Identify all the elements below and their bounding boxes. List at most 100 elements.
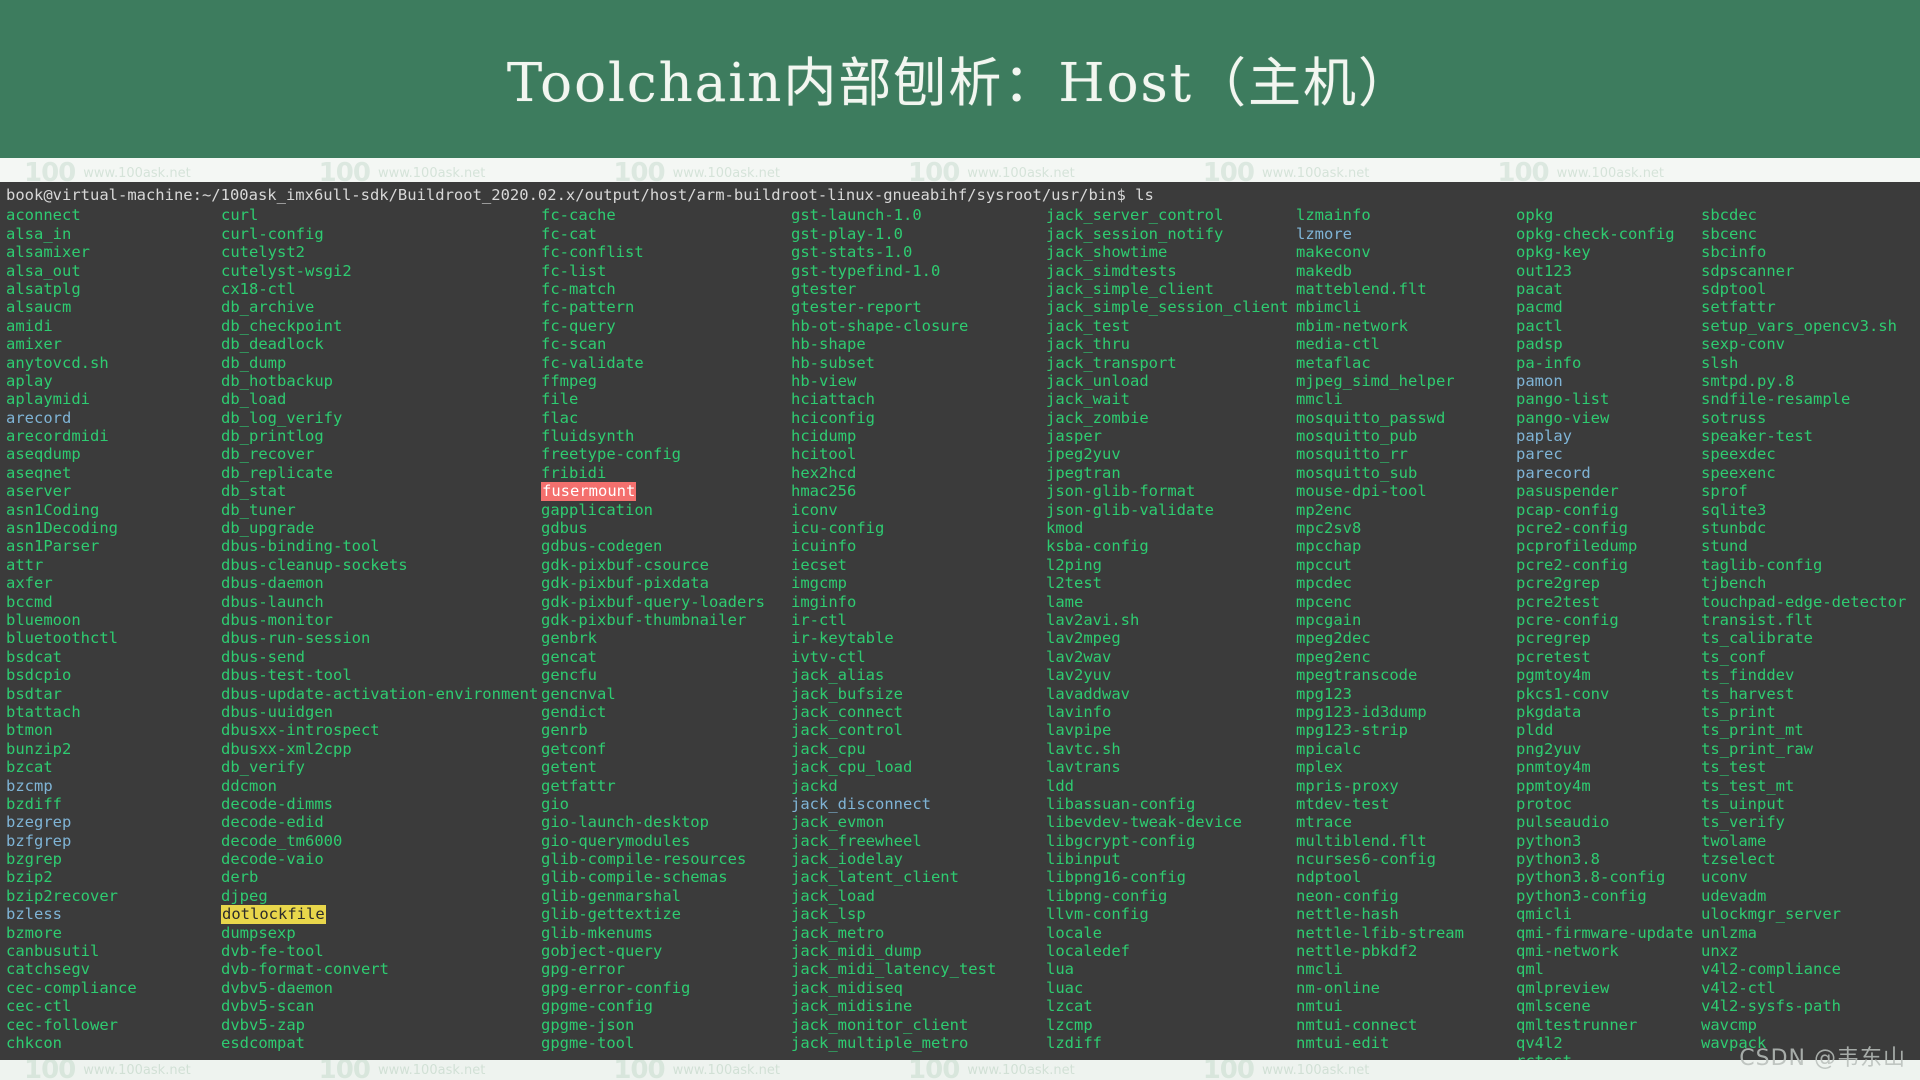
file-entry[interactable]: dbus-cleanup-sockets (221, 556, 541, 574)
file-entry[interactable]: parecord (1516, 464, 1701, 482)
file-entry[interactable]: jack_freewheel (791, 832, 1046, 850)
file-entry[interactable]: mpegtranscode (1296, 666, 1516, 684)
file-entry[interactable]: ir-keytable (791, 629, 1046, 647)
file-entry[interactable]: db_upgrade (221, 519, 541, 537)
file-entry[interactable]: jack_test (1046, 317, 1296, 335)
file-entry[interactable]: ir-ctl (791, 611, 1046, 629)
file-entry[interactable]: sbcinfo (1701, 243, 1906, 261)
file-entry[interactable]: hb-view (791, 372, 1046, 390)
file-entry[interactable]: jack_disconnect (791, 795, 1046, 813)
file-entry[interactable]: ts_uinput (1701, 795, 1906, 813)
file-entry[interactable]: pldd (1516, 721, 1701, 739)
file-entry[interactable]: wavcmp (1701, 1016, 1906, 1034)
file-entry[interactable]: mplex (1296, 758, 1516, 776)
file-entry[interactable]: getconf (541, 740, 791, 758)
file-entry[interactable]: btattach (6, 703, 221, 721)
file-entry[interactable]: jack_server_control (1046, 206, 1296, 224)
file-entry[interactable]: jack_session_notify (1046, 225, 1296, 243)
file-entry[interactable]: bzgrep (6, 850, 221, 868)
file-entry[interactable]: gio (541, 795, 791, 813)
file-entry[interactable]: media-ctl (1296, 335, 1516, 353)
file-entry[interactable]: lua (1046, 960, 1296, 978)
file-entry[interactable]: setfattr (1701, 298, 1906, 316)
file-entry[interactable]: dvb-format-convert (221, 960, 541, 978)
file-entry[interactable]: jack_connect (791, 703, 1046, 721)
file-entry[interactable]: mp2enc (1296, 501, 1516, 519)
file-entry[interactable]: python3-config (1516, 887, 1701, 905)
file-entry[interactable]: stund (1701, 537, 1906, 555)
file-entry[interactable]: multiblend.flt (1296, 832, 1516, 850)
file-entry[interactable]: db_log_verify (221, 409, 541, 427)
file-entry[interactable]: dvb-fe-tool (221, 942, 541, 960)
file-entry[interactable]: pcre-config (1516, 611, 1701, 629)
file-entry[interactable]: ts_calibrate (1701, 629, 1906, 647)
file-entry[interactable]: jack_midiseq (791, 979, 1046, 997)
file-entry[interactable]: mpris-proxy (1296, 777, 1516, 795)
file-entry[interactable]: ts_print_raw (1701, 740, 1906, 758)
file-entry[interactable]: jack_midi_latency_test (791, 960, 1046, 978)
file-entry[interactable]: libassuan-config (1046, 795, 1296, 813)
file-entry[interactable]: ulockmgr_server (1701, 905, 1906, 923)
file-entry[interactable]: qmlpreview (1516, 979, 1701, 997)
file-entry[interactable]: makeconv (1296, 243, 1516, 261)
file-entry[interactable]: db_dump (221, 354, 541, 372)
file-entry[interactable]: touchpad-edge-detector (1701, 593, 1906, 611)
file-entry[interactable]: sdpscanner (1701, 262, 1906, 280)
file-entry[interactable]: lzcmp (1046, 1016, 1296, 1034)
file-entry[interactable]: mpg123 (1296, 685, 1516, 703)
file-entry[interactable]: gdk-pixbuf-csource (541, 556, 791, 574)
file-entry[interactable]: padsp (1516, 335, 1701, 353)
file-entry[interactable]: bzegrep (6, 813, 221, 831)
file-entry[interactable]: pcre2grep (1516, 574, 1701, 592)
file-entry[interactable]: python3.8 (1516, 850, 1701, 868)
file-entry[interactable]: fc-validate (541, 354, 791, 372)
file-entry[interactable]: dotlockfile (221, 905, 326, 924)
file-entry[interactable]: json-glib-format (1046, 482, 1296, 500)
file-entry[interactable]: jack_lsp (791, 905, 1046, 923)
file-entry[interactable]: jack_midisine (791, 997, 1046, 1015)
file-entry[interactable]: lavinfo (1046, 703, 1296, 721)
file-entry[interactable]: lame (1046, 593, 1296, 611)
file-entry[interactable]: iconv (791, 501, 1046, 519)
file-entry[interactable]: bzfgrep (6, 832, 221, 850)
file-entry[interactable]: ldd (1046, 777, 1296, 795)
file-entry[interactable]: dbus-binding-tool (221, 537, 541, 555)
file-entry[interactable]: gtester-report (791, 298, 1046, 316)
file-entry[interactable]: ksba-config (1046, 537, 1296, 555)
file-entry[interactable]: glib-genmarshal (541, 887, 791, 905)
file-entry[interactable]: gio-launch-desktop (541, 813, 791, 831)
file-entry[interactable]: arecordmidi (6, 427, 221, 445)
file-entry[interactable]: localedef (1046, 942, 1296, 960)
file-entry[interactable]: tzselect (1701, 850, 1906, 868)
file-entry[interactable]: cutelyst2 (221, 243, 541, 261)
file-entry[interactable]: gpg-error (541, 960, 791, 978)
file-entry[interactable]: ts_verify (1701, 813, 1906, 831)
file-entry[interactable]: luac (1046, 979, 1296, 997)
file-entry[interactable]: jack_midi_dump (791, 942, 1046, 960)
file-entry[interactable]: sndfile-resample (1701, 390, 1906, 408)
file-entry[interactable]: sdptool (1701, 280, 1906, 298)
file-entry[interactable]: gencfu (541, 666, 791, 684)
file-entry[interactable]: opkg (1516, 206, 1701, 224)
file-entry[interactable]: mpc2sv8 (1296, 519, 1516, 537)
file-entry[interactable]: glib-compile-resources (541, 850, 791, 868)
file-entry[interactable]: dbus-launch (221, 593, 541, 611)
file-entry[interactable]: ts_test_mt (1701, 777, 1906, 795)
file-entry[interactable]: l2ping (1046, 556, 1296, 574)
file-entry[interactable]: jack_bufsize (791, 685, 1046, 703)
file-entry[interactable]: setup_vars_opencv3.sh (1701, 317, 1906, 335)
file-entry[interactable]: llvm-config (1046, 905, 1296, 923)
file-entry[interactable]: parec (1516, 445, 1701, 463)
file-entry[interactable]: curl (221, 206, 541, 224)
file-entry[interactable]: nettle-lfib-stream (1296, 924, 1516, 942)
file-entry[interactable]: alsa_in (6, 225, 221, 243)
file-entry[interactable]: getfattr (541, 777, 791, 795)
file-entry[interactable]: libpng16-config (1046, 868, 1296, 886)
file-entry[interactable]: db_archive (221, 298, 541, 316)
file-entry[interactable]: hb-shape (791, 335, 1046, 353)
file-entry[interactable]: fc-query (541, 317, 791, 335)
file-entry[interactable]: gdk-pixbuf-query-loaders (541, 593, 791, 611)
file-entry[interactable]: gdk-pixbuf-pixdata (541, 574, 791, 592)
file-entry[interactable]: qmicli (1516, 905, 1701, 923)
file-entry[interactable]: mpcchap (1296, 537, 1516, 555)
